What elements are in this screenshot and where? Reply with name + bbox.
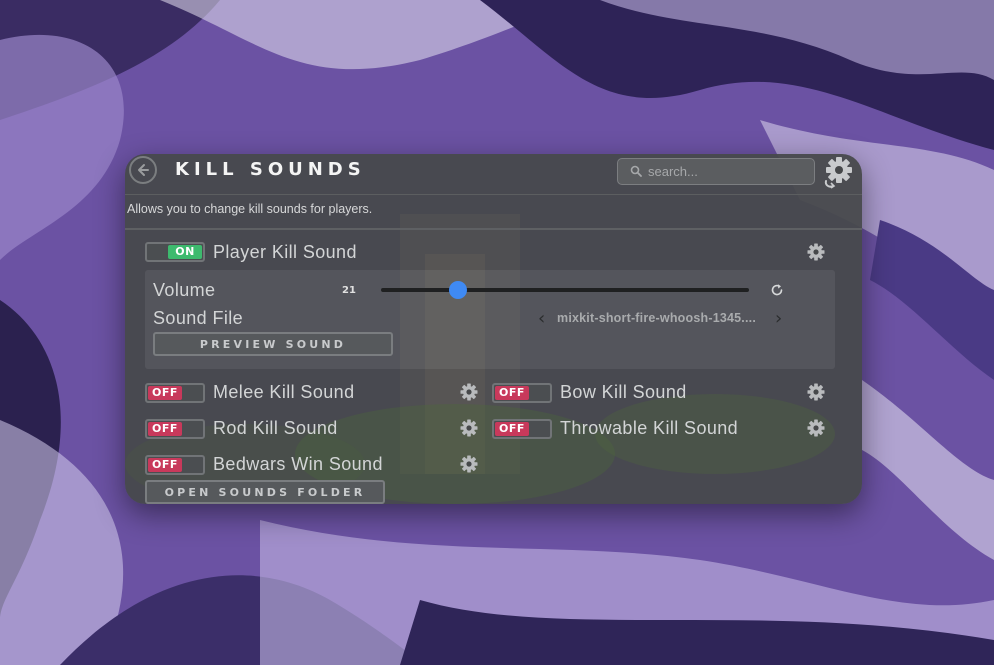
search-icon bbox=[630, 165, 642, 177]
settings-gear-icon[interactable] bbox=[822, 155, 856, 189]
previous-file-chevron-icon[interactable]: ‹ bbox=[538, 310, 545, 328]
gear-icon[interactable] bbox=[807, 383, 825, 401]
volume-slider[interactable] bbox=[381, 288, 749, 292]
volume-label: Volume bbox=[153, 280, 216, 300]
gear-icon[interactable] bbox=[460, 419, 478, 437]
reset-icon[interactable] bbox=[770, 283, 784, 297]
rod-kill-label: Rod Kill Sound bbox=[213, 418, 338, 438]
back-arrow-icon bbox=[138, 164, 149, 176]
open-sounds-folder-button[interactable]: OPEN SOUNDS FOLDER bbox=[145, 480, 385, 504]
throwable-kill-toggle[interactable]: OFF bbox=[492, 419, 552, 439]
volume-value: 21 bbox=[342, 285, 356, 296]
bow-kill-toggle[interactable]: OFF bbox=[492, 383, 552, 403]
bedwars-win-label: Bedwars Win Sound bbox=[213, 454, 383, 474]
toggle-state: OFF bbox=[495, 386, 529, 400]
gear-icon[interactable] bbox=[807, 243, 825, 261]
next-file-chevron-icon[interactable]: › bbox=[775, 310, 782, 328]
back-button[interactable] bbox=[129, 156, 157, 184]
bedwars-win-toggle[interactable]: OFF bbox=[145, 455, 205, 475]
gear-icon[interactable] bbox=[460, 383, 478, 401]
search-input[interactable] bbox=[617, 158, 815, 185]
throwable-kill-label: Throwable Kill Sound bbox=[560, 418, 739, 438]
bow-kill-label: Bow Kill Sound bbox=[560, 382, 687, 402]
toggle-state: OFF bbox=[148, 386, 182, 400]
sound-file-label: Sound File bbox=[153, 308, 244, 328]
panel-description: Allows you to change kill sounds for pla… bbox=[127, 202, 373, 216]
kill-sounds-panel: KILL SOUNDS search... Allows you to chan… bbox=[125, 154, 862, 504]
melee-kill-label: Melee Kill Sound bbox=[213, 382, 355, 402]
preview-sound-button[interactable]: PREVIEW SOUND bbox=[153, 332, 393, 356]
divider bbox=[125, 228, 862, 230]
toggle-state: OFF bbox=[495, 422, 529, 436]
melee-kill-toggle[interactable]: OFF bbox=[145, 383, 205, 403]
toggle-state: OFF bbox=[148, 422, 182, 436]
gear-icon[interactable] bbox=[807, 419, 825, 437]
toggle-state: ON bbox=[168, 245, 202, 259]
player-kill-label: Player Kill Sound bbox=[213, 242, 357, 262]
rod-kill-toggle[interactable]: OFF bbox=[145, 419, 205, 439]
gear-icon[interactable] bbox=[460, 455, 478, 473]
page-title: KILL SOUNDS bbox=[175, 159, 366, 180]
sound-file-name: mixkit-short-fire-whoosh-1345.... bbox=[557, 311, 756, 325]
player-kill-toggle[interactable]: ON bbox=[145, 242, 205, 262]
panel-header: KILL SOUNDS bbox=[125, 154, 862, 195]
toggle-state: OFF bbox=[148, 458, 182, 472]
